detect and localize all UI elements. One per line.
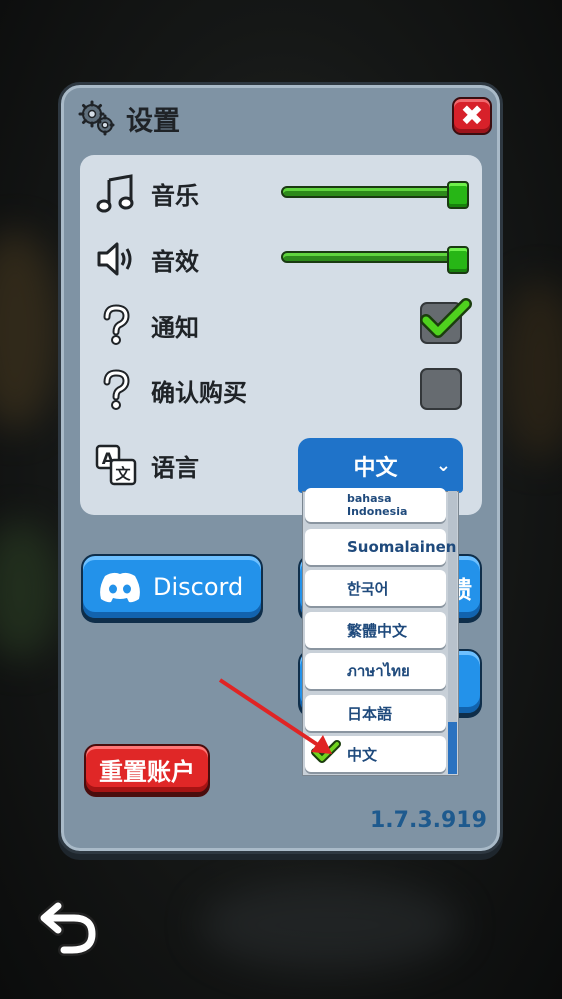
- notify-row: 通知: [95, 304, 199, 346]
- language-option[interactable]: 한국어: [305, 570, 446, 606]
- music-label: 音乐: [151, 181, 199, 210]
- checkmark-icon: [420, 298, 472, 338]
- language-option-label: 繁體中文: [347, 621, 408, 640]
- notify-checkbox[interactable]: [420, 298, 472, 344]
- music-volume-slider[interactable]: [281, 181, 469, 209]
- reset-account-label: 重置账户: [99, 757, 195, 786]
- sfx-volume-slider[interactable]: [281, 246, 469, 274]
- language-option-label: Suomalainen: [347, 538, 457, 556]
- close-icon: ✖: [460, 99, 484, 132]
- music-row: 音乐: [95, 172, 199, 214]
- language-option-label: 中文: [347, 745, 378, 764]
- close-button[interactable]: ✖: [452, 97, 492, 135]
- language-option-label: ภาษาไทย: [347, 662, 410, 680]
- reset-account-button[interactable]: 重置账户: [84, 744, 210, 794]
- language-label: 语言: [151, 453, 199, 482]
- confirm-purchase-row: 确认购买: [95, 369, 247, 411]
- language-select-value: 中文: [353, 455, 398, 481]
- discord-button[interactable]: Discord: [81, 554, 263, 620]
- dropdown-scrollbar-thumb[interactable]: [448, 722, 457, 774]
- checkmark-icon: [311, 740, 341, 763]
- notify-label: 通知: [151, 313, 199, 342]
- language-option[interactable]: bahasa Indonesia: [305, 488, 446, 522]
- version-label: 1.7.3.919: [370, 808, 487, 833]
- language-option[interactable]: 繁體中文: [305, 612, 446, 648]
- language-option-label: 한국어: [347, 579, 389, 598]
- question-icon: [95, 304, 137, 346]
- gear-icon: [78, 99, 116, 137]
- language-option[interactable]: ภาษาไทย: [305, 653, 446, 689]
- translate-icon: A文: [95, 444, 137, 486]
- chevron-down-icon: ⌄: [435, 455, 451, 476]
- discord-label: Discord: [153, 573, 244, 601]
- svg-text:文: 文: [115, 465, 131, 483]
- sfx-label: 音效: [151, 247, 199, 276]
- language-row: A文 语言: [95, 444, 199, 486]
- language-option[interactable]: 日本語: [305, 695, 446, 731]
- language-option-label: bahasa Indonesia: [347, 492, 408, 518]
- language-option-label: 日本語: [347, 704, 393, 723]
- sfx-row: 音效: [95, 238, 199, 280]
- music-slider-knob[interactable]: [447, 181, 469, 209]
- language-option[interactable]: Suomalainen: [305, 529, 456, 565]
- sfx-slider-knob[interactable]: [447, 246, 469, 274]
- question-icon: [95, 369, 137, 411]
- settings-header: 设置: [78, 96, 180, 140]
- back-button[interactable]: [36, 892, 102, 958]
- confirm-purchase-checkbox[interactable]: [420, 368, 462, 410]
- back-arrow-icon: [38, 900, 99, 956]
- language-select[interactable]: 中文 ⌄: [298, 438, 463, 493]
- page-title: 设置: [126, 105, 180, 137]
- speaker-icon: [95, 238, 137, 280]
- music-note-icon: [95, 172, 137, 214]
- language-option[interactable]: 中文: [305, 736, 446, 772]
- discord-icon: [100, 572, 140, 603]
- confirm-purchase-label: 确认购买: [151, 378, 247, 407]
